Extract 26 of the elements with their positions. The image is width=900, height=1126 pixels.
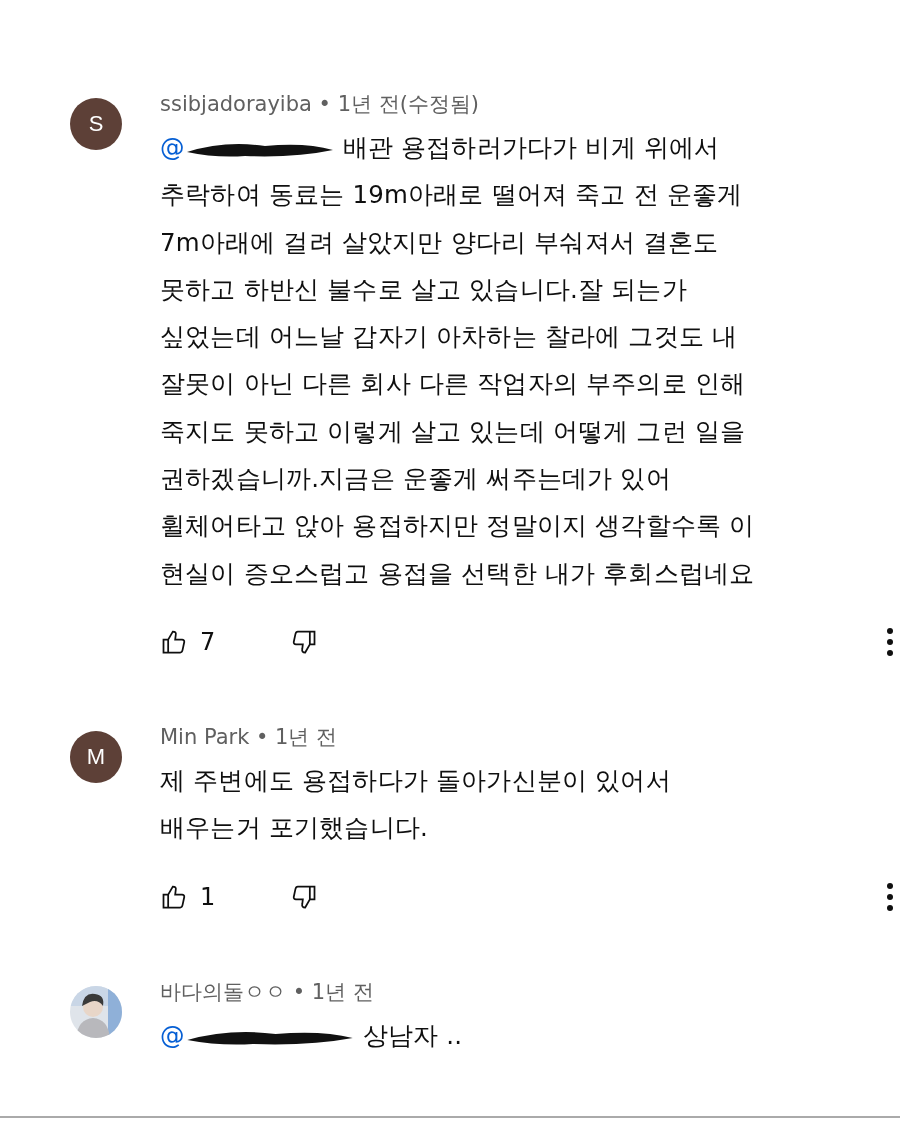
comment-text: 휠체어타고 앉아 용접하지만 정말이지 생각할수록 이 — [160, 510, 756, 543]
comment-meta: ssibjadorayiba • 1년 전(수정됨) — [160, 91, 481, 118]
comment-text: 죽지도 못하고 이렇게 살고 있는데 어떻게 그런 일을 — [160, 415, 747, 448]
comment-text: 상남자 .. — [362, 1020, 463, 1050]
mention-link[interactable]: @ — [160, 1020, 185, 1050]
like-count: 7 — [200, 627, 217, 656]
more-icon — [886, 881, 894, 912]
comment-text: 추락하여 동료는 19m아래로 떨어져 죽고 전 운좋게 — [160, 179, 744, 212]
more-menu-button[interactable] — [886, 881, 894, 912]
comment-text: 못하고 하반신 불수로 살고 있습니다.잘 되는가 — [160, 273, 688, 306]
comment-text: 싶었는데 어느날 갑자기 아차하는 찰라에 그것도 내 — [160, 321, 739, 354]
mention-link[interactable]: @ — [160, 133, 185, 162]
comment-text: 권하겠습니까.지금은 운좋게 써주는데가 있어 — [160, 463, 672, 496]
comment-text: 7m아래에 걸려 살았지만 양다리 부숴져서 결혼도 — [160, 226, 720, 259]
avatar[interactable]: S — [70, 98, 122, 150]
comment-text: 현실이 증오스럽고 용접을 선택한 내가 후회스럽네요 — [160, 557, 756, 590]
more-menu-button[interactable] — [886, 626, 894, 657]
avatar[interactable]: M — [70, 730, 122, 783]
comment-text: 배관 용접하러가다가 비게 위에서 — [342, 133, 720, 162]
like-count: 1 — [200, 882, 217, 911]
comment-text: 제 주변에도 용접하다가 돌아가신분이 있어서 — [160, 764, 672, 797]
comment-text: 배우는거 포기했습니다. — [160, 812, 429, 845]
comment-text: 잘못이 아닌 다른 회사 다른 작업자의 부주의로 인해 — [160, 368, 747, 401]
more-icon — [886, 626, 894, 657]
comment-meta: Min Park • 1년 전 — [160, 723, 339, 751]
comment-meta: 바다의돌ㅇㅇ • 1년 전 — [160, 978, 375, 1006]
